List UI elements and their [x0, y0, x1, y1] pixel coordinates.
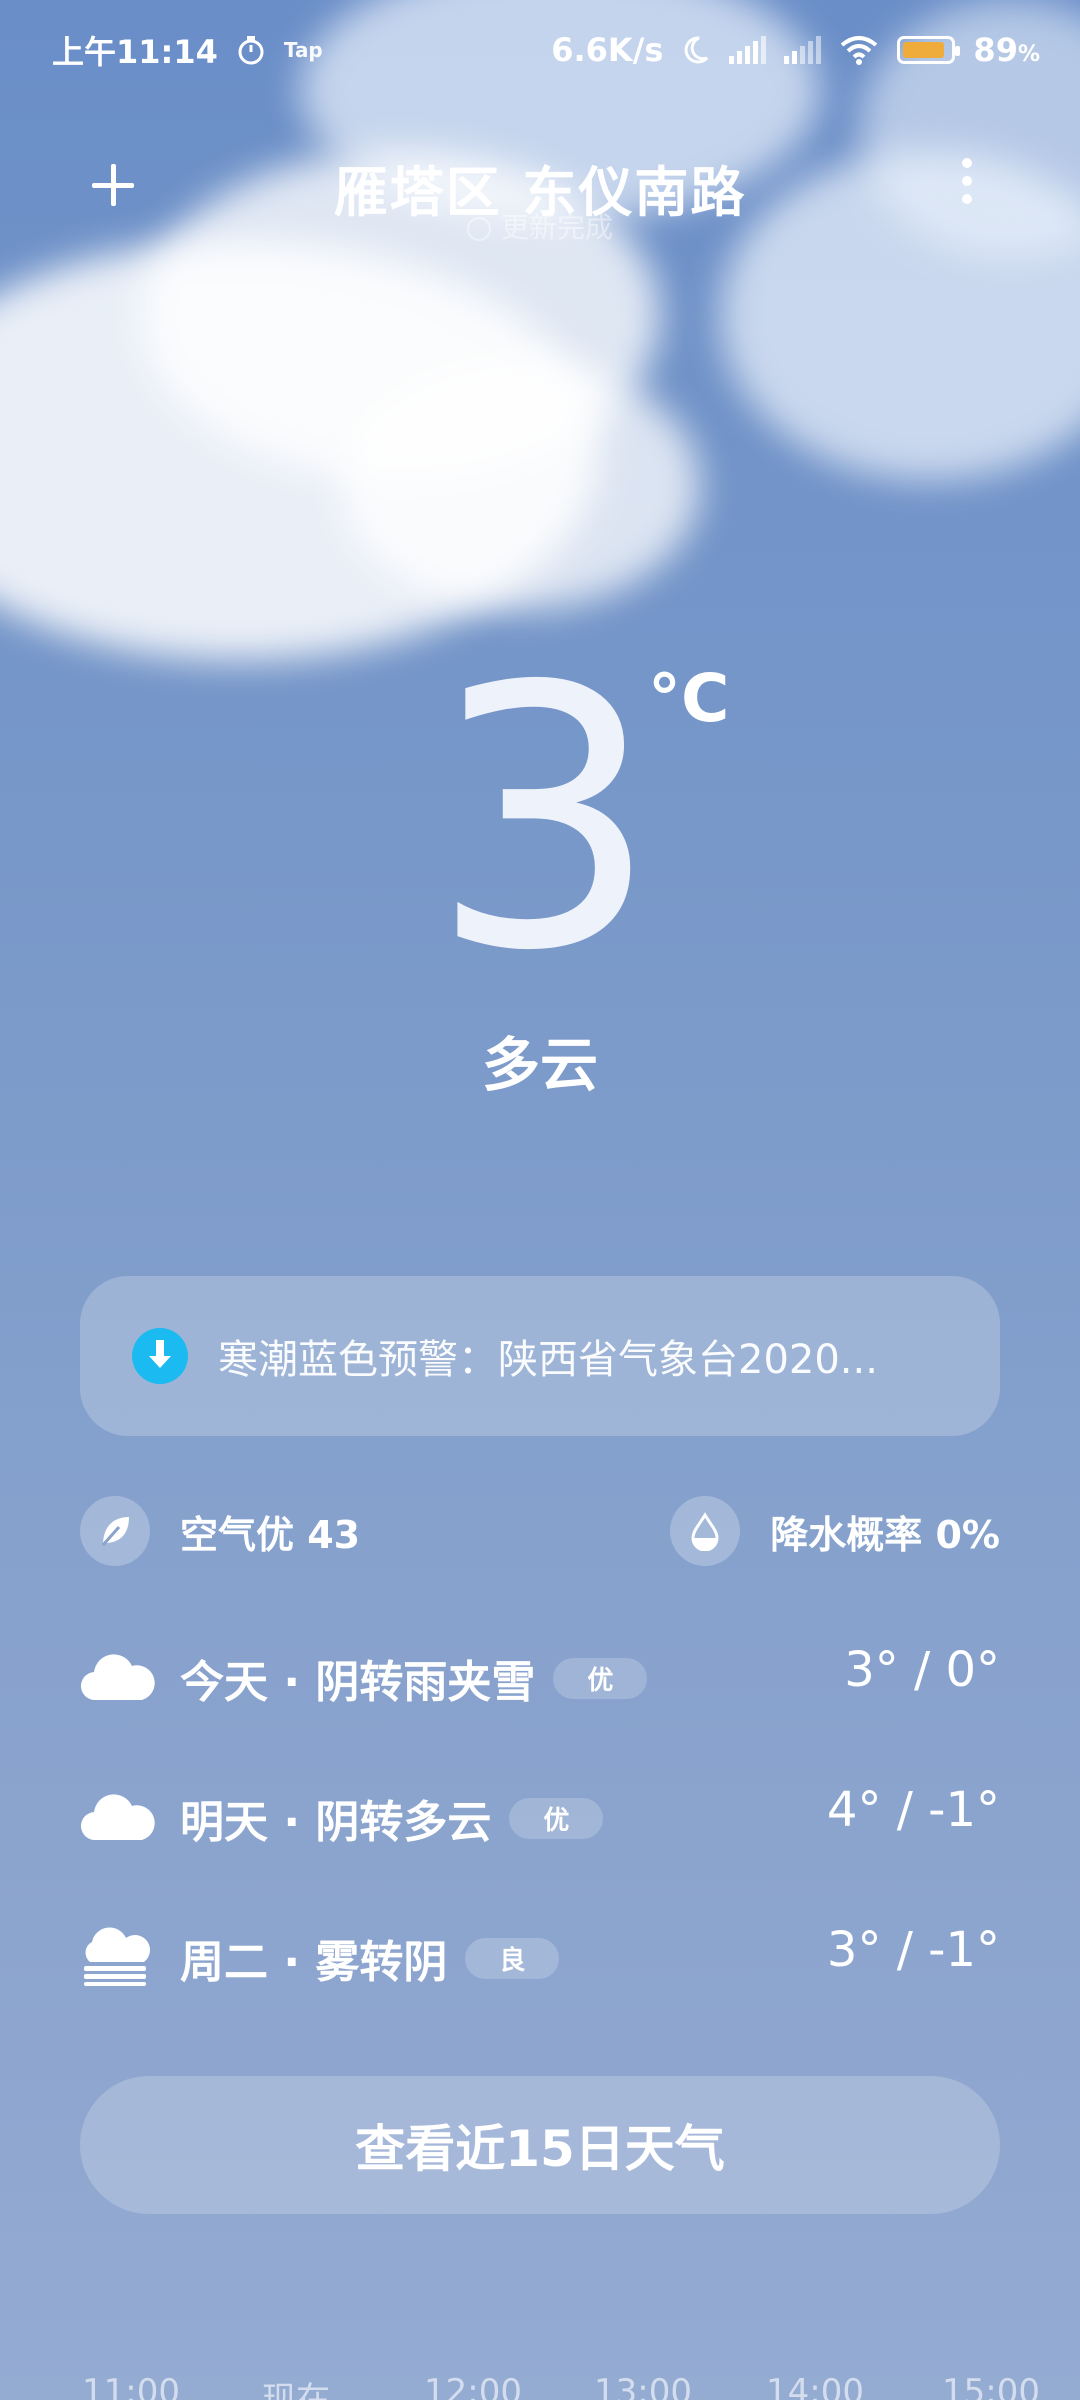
- forecast-temp: 4° / -1°: [826, 1782, 1000, 1838]
- aqi-badge: 优: [553, 1658, 648, 1699]
- forecast-temp: 3° / 0°: [844, 1642, 1000, 1698]
- fog-icon: [84, 1927, 150, 1986]
- info-row: 空气优 43 降水概率 0%: [80, 1496, 1000, 1568]
- forecast-row-today[interactable]: 今天 · 阴转雨夹雪优 3° / 0°: [80, 1636, 1000, 1716]
- hour-label: 15:00: [942, 2372, 1040, 2400]
- signal-icon: [729, 36, 767, 64]
- hour-label: 13:00: [594, 2372, 692, 2400]
- header: 雁塔区 东仪南路 更新完成: [0, 130, 1080, 244]
- hourly-forecast[interactable]: 11:00 现在 12:00 13:00 14:00 15:00: [0, 2372, 1080, 2400]
- hour-label: 14:00: [766, 2372, 864, 2400]
- cloud-icon: [80, 1654, 155, 1701]
- hour-label: 11:00: [82, 2372, 180, 2400]
- aqi-badge: 优: [509, 1798, 604, 1839]
- timer-icon: [238, 36, 264, 65]
- moon-icon: [685, 36, 709, 64]
- cloud-background: [340, 360, 700, 610]
- tap-app-icon: Tap: [283, 38, 323, 62]
- forecast-day: 周二 · 雾转阴良: [180, 1926, 560, 1990]
- precipitation[interactable]: 降水概率 0%: [670, 1496, 1000, 1566]
- more-options-button[interactable]: [952, 158, 982, 214]
- hour-label: 12:00: [424, 2372, 522, 2400]
- wifi-icon: [841, 36, 878, 65]
- weather-alert-banner[interactable]: 寒潮蓝色预警：陕西省气象台2020...: [80, 1276, 1000, 1436]
- forecast-row-tuesday[interactable]: 周二 · 雾转阴良 3° / -1°: [80, 1916, 1000, 1996]
- signal-icon-2: [784, 36, 822, 64]
- alert-text: 寒潮蓝色预警：陕西省气象台2020...: [218, 1337, 878, 1383]
- status-bar: 上午11:14 Tap 6.6K/s 89%: [0, 0, 1080, 100]
- forecast-day: 明天 · 阴转多云优: [180, 1786, 604, 1850]
- leaf-icon: [80, 1496, 150, 1566]
- network-speed: 6.6K/s: [551, 31, 664, 69]
- water-drop-icon: [670, 1496, 741, 1566]
- aqi-badge: 良: [465, 1938, 560, 1979]
- status-time: 上午11:14: [52, 33, 218, 71]
- temperature-value: 3: [430, 610, 660, 1029]
- battery-icon: [897, 36, 961, 64]
- precipitation-text: 降水概率 0%: [770, 1512, 1000, 1557]
- forecast-temp: 3° / -1°: [826, 1922, 1000, 1978]
- battery-percent: 89%: [973, 31, 1040, 69]
- hour-label: 现在: [262, 2380, 330, 2400]
- weather-screen: 上午11:14 Tap 6.6K/s 89% 雁塔区 东仪南路 更新完成 3 °…: [0, 0, 1080, 2400]
- view-15-day-forecast-button[interactable]: 查看近15日天气: [80, 2076, 1000, 2214]
- update-status: 更新完成: [0, 206, 1080, 246]
- forecast-day: 今天 · 阴转雨夹雪优: [180, 1646, 648, 1710]
- battery-fill: [903, 42, 945, 58]
- forecast-row-tomorrow[interactable]: 明天 · 阴转多云优 4° / -1°: [80, 1776, 1000, 1856]
- temperature-unit: °C: [648, 660, 730, 737]
- download-arrow-icon: [132, 1328, 188, 1384]
- air-quality-text: 空气优 43: [180, 1512, 361, 1557]
- weather-condition: 多云: [481, 1031, 598, 1099]
- cloud-icon: [80, 1794, 155, 1841]
- air-quality[interactable]: 空气优 43: [80, 1496, 360, 1566]
- check-icon: [466, 217, 491, 241]
